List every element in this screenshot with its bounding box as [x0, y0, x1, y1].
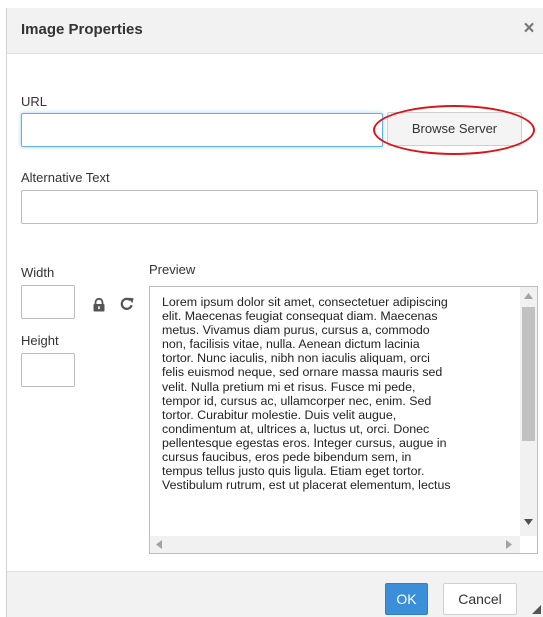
- preview-horizontal-scrollbar[interactable]: [150, 536, 522, 553]
- scrollbar-corner: [520, 536, 537, 553]
- preview-line: tempus tellus justo quis ligula. Etiam e…: [162, 464, 425, 479]
- preview-line: tempor id, cursus ac, ullamcorper nec, e…: [162, 393, 432, 408]
- scroll-left-arrow-icon[interactable]: [156, 540, 162, 549]
- scroll-right-arrow-icon[interactable]: [506, 540, 512, 549]
- image-properties-dialog: Image Properties × URL Browse Server Alt…: [6, 8, 543, 617]
- height-label: Height: [21, 333, 59, 348]
- preview-label: Preview: [149, 262, 196, 277]
- preview-line: metus. Vivamus diam purus, cursus a, com…: [162, 323, 430, 338]
- preview-text: Lorem ipsum dolor sit amet, consectetuer…: [162, 295, 512, 492]
- url-input[interactable]: [21, 113, 383, 147]
- preview-line: tortor. Curabitur molestie. Duis velit a…: [162, 407, 397, 422]
- ok-button[interactable]: OK: [385, 583, 428, 615]
- preview-line: velit. Nulla pretium mi et risus. Fusce …: [162, 379, 416, 394]
- lock-icon[interactable]: [92, 297, 106, 312]
- scroll-up-arrow-icon[interactable]: [524, 293, 533, 299]
- preview-line: Vestibulum rutrum, est ut placerat eleme…: [162, 478, 451, 493]
- preview-line: cursus faucibus, eros pede bibendum sem,…: [162, 450, 412, 465]
- close-icon[interactable]: ×: [518, 17, 540, 41]
- preview-vertical-scrollbar[interactable]: [520, 287, 537, 537]
- dialog-footer: OK Cancel: [7, 571, 543, 617]
- resize-handle-icon[interactable]: [532, 605, 541, 614]
- dialog-titlebar[interactable]: Image Properties ×: [7, 8, 543, 54]
- preview-line: Lorem ipsum dolor sit amet, consectetuer…: [162, 295, 448, 309]
- browse-server-button[interactable]: Browse Server: [387, 112, 522, 146]
- reset-size-icon[interactable]: [119, 296, 135, 312]
- cancel-button[interactable]: Cancel: [443, 583, 517, 615]
- preview-line: elit. Maecenas feugiat consequat diam. M…: [162, 309, 438, 324]
- alternative-text-label: Alternative Text: [21, 170, 110, 185]
- height-input[interactable]: [21, 353, 75, 387]
- alternative-text-input[interactable]: [21, 190, 538, 224]
- width-input[interactable]: [21, 285, 75, 319]
- dialog-title: Image Properties: [21, 21, 143, 38]
- preview-box: Lorem ipsum dolor sit amet, consectetuer…: [149, 286, 538, 554]
- preview-line: non, facilisis vitae, nulla. Aenean dict…: [162, 337, 420, 352]
- preview-line: felis euismod neque, sed ornare massa ma…: [162, 365, 443, 380]
- scroll-down-arrow-icon[interactable]: [524, 519, 533, 525]
- preview-line: condimentum at, ultrices a, luctus ut, o…: [162, 421, 430, 436]
- preview-line: pellentesque egestas eros. Integer cursu…: [162, 435, 447, 450]
- url-label: URL: [21, 94, 48, 109]
- width-label: Width: [21, 265, 55, 280]
- vertical-scroll-thumb[interactable]: [522, 307, 535, 441]
- preview-line: tortor. Nunc iaculis, nibh non iaculis a…: [162, 351, 430, 366]
